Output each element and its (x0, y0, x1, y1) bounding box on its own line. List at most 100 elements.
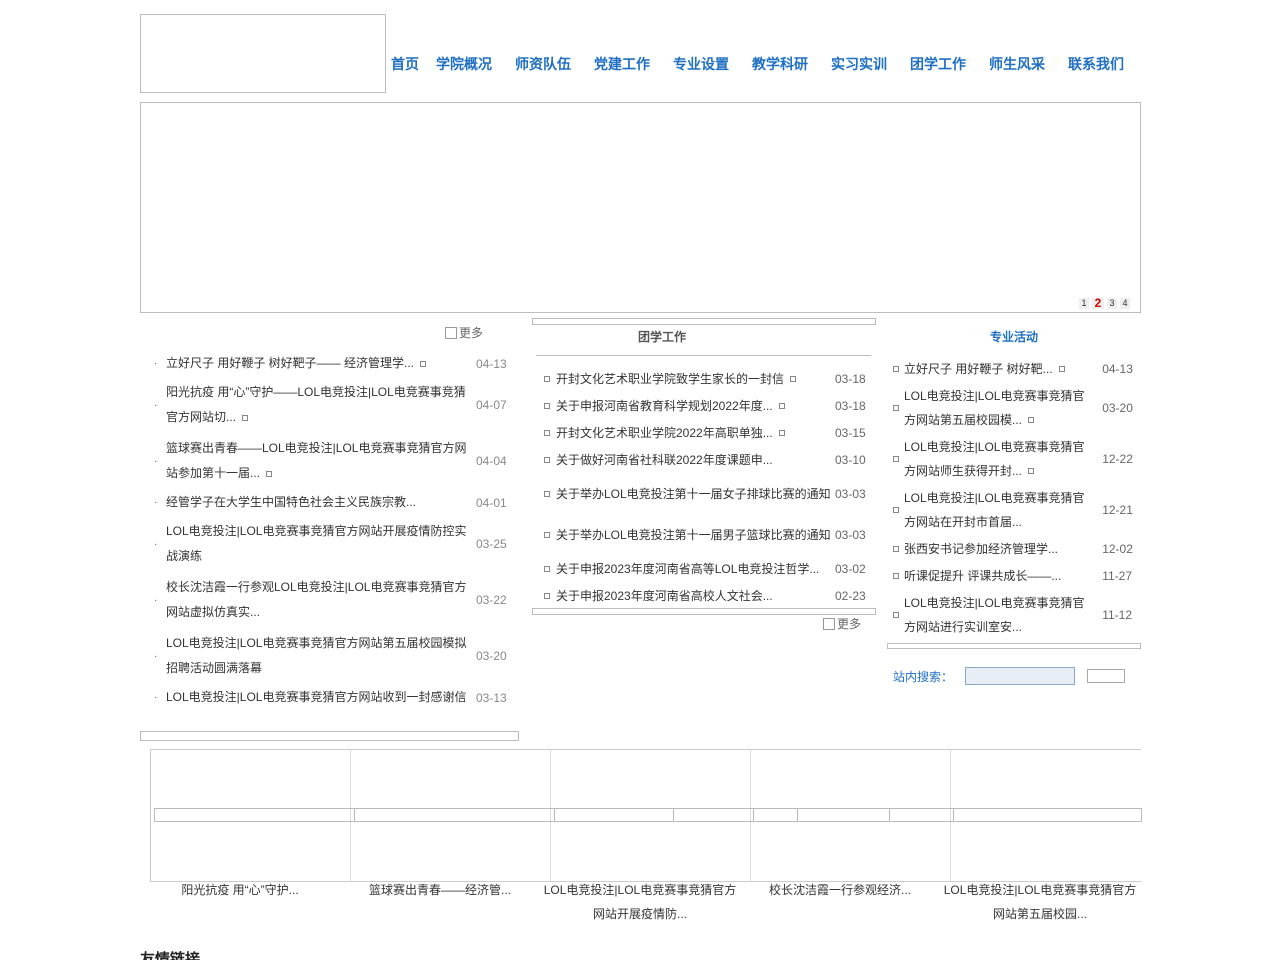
news-item[interactable]: 关于举办LOL电竞投注第十一届男子篮球比赛的通知 03-03 (532, 514, 876, 555)
mid-news-list: 开封文化艺术职业学院致学生家长的一封信 03-18 关于申报河南省教育科学规划202… (532, 365, 876, 609)
news-item[interactable]: 关于申报2023年度河南省高等LOL电竞投注哲学... 03-02 (532, 555, 876, 582)
news-item[interactable]: LOL电竞投注|LOL电竞赛事竞猜官方网站在开封市首届... 12-21 (887, 484, 1141, 535)
right-news-list: 立好尺子 用好鞭子 树好靶... 04-13 LOL电竞投注|LOL电竞赛事竞猜官方… (887, 355, 1141, 640)
banner-page-button[interactable]: 3 (1107, 298, 1117, 309)
bullet-icon: · (154, 594, 158, 606)
mid-more-link[interactable]: 更多 (823, 615, 861, 632)
news-title[interactable]: 阳光抗疫 用“心”守护——LOL电竞投注|LOL电竞赛事竞猜官方网站切... (166, 380, 468, 430)
news-title[interactable]: 张西安书记参加经济管理学... (904, 537, 1093, 561)
search-button[interactable] (1087, 669, 1126, 683)
news-title[interactable]: 关于举办LOL电竞投注第十一届女子排球比赛的通知 (556, 485, 832, 503)
news-title[interactable]: LOL电竞投注|LOL电竞赛事竞猜官方网站师生获得开封... (904, 435, 1093, 483)
news-item[interactable]: LOL电竞投注|LOL电竞赛事竞猜官方网站第五届校园模... 03-20 (887, 382, 1141, 433)
nav-item[interactable]: 教学科研 (752, 54, 808, 74)
bullet-icon: · (154, 692, 158, 703)
mid-panel-title[interactable]: 团学工作 (638, 328, 686, 345)
news-item[interactable]: · LOL电竞投注|LOL电竞赛事竞猜官方网站收到一封感谢信 03-13 (140, 684, 518, 711)
gallery-caption[interactable]: 篮球赛出青春——经济管... (340, 878, 540, 902)
nav-item[interactable]: 实习实训 (831, 54, 887, 74)
news-date: 02-23 (835, 588, 866, 603)
site-logo[interactable] (140, 14, 386, 93)
news-item[interactable]: · 阳光抗疫 用“心”守护——LOL电竞投注|LOL电竞赛事竞猜官方网站切... 0… (140, 377, 518, 433)
bullet-icon: · (154, 538, 158, 550)
news-title[interactable]: 关于申报2023年度河南省高等LOL电竞投注哲学... (556, 560, 832, 578)
banner-page-button[interactable]: 4 (1120, 298, 1130, 309)
bullet-icon (544, 565, 550, 572)
news-item[interactable]: LOL电竞投注|LOL电竞赛事竞猜官方网站进行实训室安... 11-12 (887, 589, 1141, 640)
news-date: 03-13 (476, 690, 507, 705)
bullet-icon (544, 456, 550, 463)
gallery-caption[interactable]: LOL电竞投注|LOL电竞赛事竞猜官方网站第五届校园... (940, 878, 1140, 926)
news-item[interactable]: 关于举办LOL电竞投注第十一届女子排球比赛的通知 03-03 (532, 473, 876, 514)
search-input[interactable] (965, 667, 1076, 685)
new-icon (242, 414, 249, 421)
news-item[interactable]: 听课促提升 评课共成长——... 11-27 (887, 562, 1141, 589)
gallery-caption[interactable]: LOL电竞投注|LOL电竞赛事竞猜官方网站开展疫情防... (540, 878, 740, 926)
news-title[interactable]: 开封文化艺术职业学院致学生家长的一封信 (556, 370, 832, 388)
nav-item[interactable]: 师生风采 (989, 54, 1045, 74)
nav-item[interactable]: 联系我们 (1068, 54, 1124, 74)
news-title[interactable]: LOL电竞投注|LOL电竞赛事竞猜官方网站开展疫情防控实战演练 (166, 519, 468, 569)
nav-item[interactable]: 首页 (391, 54, 419, 74)
search-label: 站内搜索： (893, 669, 954, 684)
news-title[interactable]: 校长沈洁霞一行参观LOL电竞投注|LOL电竞赛事竞猜官方网站虚拟仿真实... (166, 575, 468, 625)
banner-page-button[interactable]: 1 (1079, 298, 1089, 309)
news-title[interactable]: LOL电竞投注|LOL电竞赛事竞猜官方网站第五届校园模... (904, 384, 1093, 432)
bullet-icon (544, 490, 550, 497)
news-title[interactable]: LOL电竞投注|LOL电竞赛事竞猜官方网站在开封市首届... (904, 486, 1093, 534)
news-item[interactable]: · 立好尺子 用好鞭子 树好靶子—— 经济管理学... 04-13 (140, 350, 518, 377)
news-date: 11-12 (1102, 607, 1132, 622)
news-date: 12-22 (1102, 451, 1133, 466)
nav-item[interactable]: 学院概况 (436, 54, 492, 74)
news-title[interactable]: 听课促提升 评课共成长——... (904, 564, 1093, 588)
gallery-caption[interactable]: 校长沈洁霞一行参观经济... (740, 878, 940, 902)
news-date: 03-03 (835, 527, 866, 542)
news-title[interactable]: 经管学子在大学生中国特色社会主义民族宗教... (166, 490, 468, 515)
nav-item[interactable]: 专业设置 (673, 54, 729, 74)
nav-item[interactable]: 党建工作 (594, 54, 650, 74)
banner-slideshow[interactable]: 1234 (140, 102, 1141, 313)
news-item[interactable]: · LOL电竞投注|LOL电竞赛事竞猜官方网站开展疫情防控实战演练 03-25 (140, 516, 518, 572)
news-title[interactable]: 立好尺子 用好鞭子 树好靶... (904, 357, 1093, 381)
news-title[interactable]: 关于申报2023年度河南省高校人文社会... (556, 587, 832, 605)
divider (536, 355, 871, 356)
news-title[interactable]: LOL电竞投注|LOL电竞赛事竞猜官方网站进行实训室安... (904, 591, 1093, 639)
news-title[interactable]: 关于申报河南省教育科学规划2022年度... (556, 397, 832, 415)
right-panel-footer-bar (887, 643, 1141, 649)
news-date: 03-03 (835, 486, 866, 501)
news-item[interactable]: 张西安书记参加经济管理学... 12-02 (887, 535, 1141, 562)
news-title[interactable]: 立好尺子 用好鞭子 树好靶子—— 经济管理学... (166, 351, 468, 376)
nav-item[interactable]: 团学工作 (910, 54, 966, 74)
bullet-icon (893, 611, 899, 618)
news-item[interactable]: 关于申报河南省教育科学规划2022年度... 03-18 (532, 392, 876, 419)
news-item[interactable]: · 经管学子在大学生中国特色社会主义民族宗教... 04-01 (140, 489, 518, 516)
news-title[interactable]: 开封文化艺术职业学院2022年高职单独... (556, 424, 832, 442)
news-date: 03-22 (476, 593, 507, 607)
gallery-caption[interactable]: 阳光抗疫 用“心”守护... (140, 878, 340, 902)
nav-item[interactable]: 师资队伍 (515, 54, 571, 74)
news-item[interactable]: · 篮球赛出青春——LOL电竞投注|LOL电竞赛事竞猜官方网站参加第十一届... 0… (140, 433, 518, 489)
bullet-icon: · (154, 650, 158, 662)
new-icon (778, 403, 785, 410)
news-item[interactable]: LOL电竞投注|LOL电竞赛事竞猜官方网站师生获得开封... 12-22 (887, 433, 1141, 484)
mid-panel-header-bar (532, 318, 876, 325)
news-title[interactable]: 关于做好河南省社科联2022年度课题申... (556, 451, 832, 469)
news-title[interactable]: 关于举办LOL电竞投注第十一届男子篮球比赛的通知 (556, 526, 832, 544)
news-item[interactable]: · 校长沈洁霞一行参观LOL电竞投注|LOL电竞赛事竞猜官方网站虚拟仿真实... 0… (140, 572, 518, 628)
news-item[interactable]: 立好尺子 用好鞭子 树好靶... 04-13 (887, 355, 1141, 382)
news-date: 11-27 (1102, 568, 1132, 583)
right-panel-title[interactable]: 专业活动 (990, 328, 1038, 345)
news-date: 12-21 (1102, 502, 1133, 517)
news-item[interactable]: 关于申报2023年度河南省高校人文社会... 02-23 (532, 582, 876, 609)
news-title[interactable]: LOL电竞投注|LOL电竞赛事竞猜官方网站第五届校园模拟招聘活动圆满落幕 (166, 631, 468, 681)
left-more-link[interactable]: 更多 (445, 324, 483, 341)
news-item[interactable]: · LOL电竞投注|LOL电竞赛事竞猜官方网站第五届校园模拟招聘活动圆满落幕 03-… (140, 628, 518, 684)
news-item[interactable]: 开封文化艺术职业学院致学生家长的一封信 03-18 (532, 365, 876, 392)
news-item[interactable]: 关于做好河南省社科联2022年度课题申... 03-10 (532, 446, 876, 473)
bullet-icon: · (154, 455, 158, 467)
news-title[interactable]: LOL电竞投注|LOL电竞赛事竞猜官方网站收到一封感谢信 (166, 685, 468, 710)
news-item[interactable]: 开封文化艺术职业学院2022年高职单独... 03-15 (532, 419, 876, 446)
news-title[interactable]: 篮球赛出青春——LOL电竞投注|LOL电竞赛事竞猜官方网站参加第十一届... (166, 436, 468, 486)
banner-page-button[interactable]: 2 (1092, 297, 1104, 309)
left-news-list: · 立好尺子 用好鞭子 树好靶子—— 经济管理学... 04-13 · 阳光抗疫 用“心… (140, 350, 518, 711)
